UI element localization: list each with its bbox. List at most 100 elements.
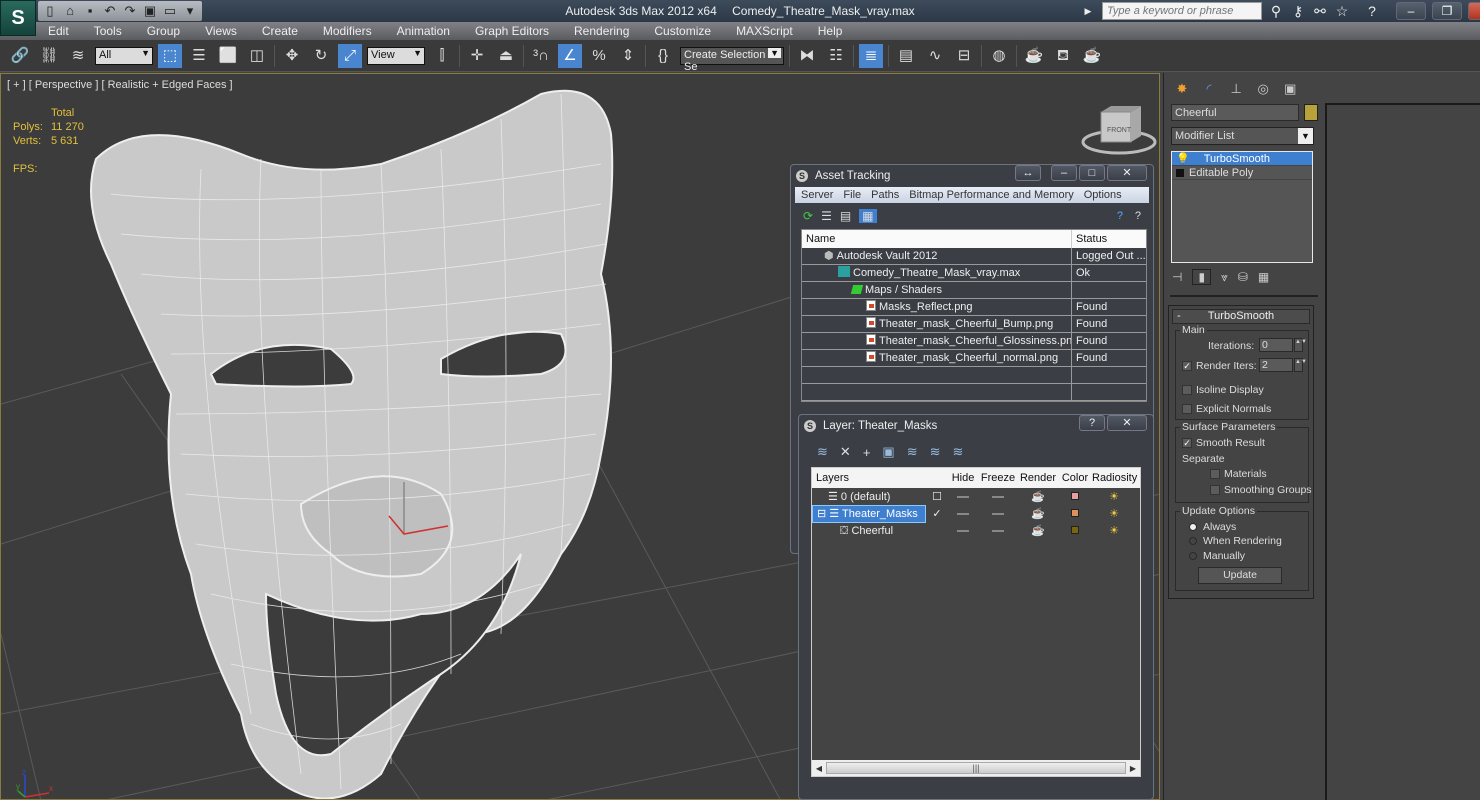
new-file-icon[interactable]: ▯ bbox=[42, 3, 58, 19]
configure-modifier-sets-icon[interactable]: ▦ bbox=[1258, 270, 1269, 284]
current-layer-toggle[interactable]: ✓ bbox=[926, 506, 948, 522]
tree-view-icon[interactable]: ▤ bbox=[840, 209, 851, 223]
unlink-icon[interactable]: ⛓ bbox=[37, 44, 61, 68]
modify-tab-icon[interactable]: ◜ bbox=[1197, 78, 1221, 100]
layer-color-cell[interactable] bbox=[1058, 523, 1092, 539]
rectangular-selection-icon[interactable]: ⬜ bbox=[216, 44, 240, 68]
menu-edit[interactable]: Edit bbox=[48, 22, 82, 40]
menu-tools[interactable]: Tools bbox=[94, 22, 135, 40]
freeze-all-layers-icon[interactable]: ≋ bbox=[953, 444, 964, 460]
radiosity-sun-icon[interactable]: ☀ bbox=[1092, 506, 1136, 522]
scrollbar-thumb[interactable]: ||| bbox=[826, 762, 1126, 774]
highlight-selected-layer-icon[interactable]: ≋ bbox=[907, 444, 918, 460]
hide-toggle[interactable] bbox=[948, 506, 978, 522]
checkbox-icon[interactable] bbox=[1182, 404, 1192, 415]
column-render[interactable]: Render bbox=[1018, 468, 1058, 488]
context-help-icon[interactable]: ? bbox=[1135, 210, 1141, 222]
rotate-icon[interactable]: ↻ bbox=[309, 44, 333, 68]
display-tab-icon[interactable]: ▣ bbox=[1278, 78, 1302, 100]
delete-layer-icon[interactable]: ✕ bbox=[840, 444, 851, 460]
pivot-center-icon[interactable]: ⫿ bbox=[430, 44, 454, 68]
render-teapot-icon[interactable]: ☕ bbox=[1018, 523, 1058, 539]
percent-snap-icon[interactable]: % bbox=[587, 44, 611, 68]
motion-tab-icon[interactable]: ◎ bbox=[1251, 78, 1275, 100]
asset-row[interactable]: Maps / Shaders bbox=[802, 282, 1146, 299]
menu-bitmap-performance[interactable]: Bitmap Performance and Memory bbox=[909, 187, 1073, 203]
redo-icon[interactable]: ↷ bbox=[122, 3, 138, 19]
menu-file[interactable]: File bbox=[843, 187, 861, 203]
table-view-icon[interactable]: ▦ bbox=[859, 209, 877, 223]
render-iters-checkbox[interactable]: ✓ Render Iters: bbox=[1182, 360, 1257, 372]
remove-modifier-icon[interactable]: ⛁ bbox=[1238, 270, 1248, 284]
keyboard-shortcut-override-icon[interactable]: ⏏ bbox=[494, 44, 518, 68]
schematic-view-icon[interactable]: ⊟ bbox=[952, 44, 976, 68]
show-end-result-icon[interactable]: ▮ bbox=[1192, 269, 1212, 285]
asset-row[interactable]: ⬢ Autodesk Vault 2012 Logged Out ... bbox=[802, 248, 1146, 265]
radio-icon[interactable] bbox=[1189, 552, 1197, 561]
render-iters-spinner-arrows[interactable]: ▲▼ bbox=[1294, 358, 1307, 372]
menu-help[interactable]: Help bbox=[818, 22, 856, 40]
snaps-toggle-icon[interactable]: ³∩ bbox=[529, 44, 553, 68]
help-icon[interactable]: ? bbox=[1117, 210, 1123, 222]
render-setup-icon[interactable]: ☕ bbox=[1022, 44, 1046, 68]
dock-icon[interactable]: ↔ bbox=[1015, 165, 1041, 181]
column-hide[interactable]: Hide bbox=[948, 468, 978, 488]
graphite-modeling-icon[interactable]: ▤ bbox=[894, 44, 918, 68]
scale-icon[interactable]: ⤢ bbox=[338, 43, 362, 68]
column-freeze[interactable]: Freeze bbox=[978, 468, 1018, 488]
menu-create[interactable]: Create bbox=[262, 22, 311, 40]
viewcube[interactable]: FRONT bbox=[1079, 102, 1159, 158]
hierarchy-tab-icon[interactable]: ⊥ bbox=[1224, 78, 1248, 100]
checkbox-checked-icon[interactable]: ✓ bbox=[1182, 361, 1192, 372]
hide-toggle[interactable] bbox=[948, 523, 978, 539]
add-to-layer-icon[interactable]: + bbox=[863, 445, 871, 460]
menu-server[interactable]: Server bbox=[801, 187, 833, 203]
collapse-icon[interactable]: ⊟ bbox=[817, 508, 829, 520]
checkbox-icon[interactable] bbox=[1182, 385, 1192, 396]
current-layer-toggle[interactable]: ☐ bbox=[926, 489, 948, 505]
edit-named-selection-icon[interactable]: {} bbox=[651, 44, 675, 68]
scroll-left-icon[interactable]: ◀ bbox=[812, 764, 826, 773]
menu-modifiers[interactable]: Modifiers bbox=[323, 22, 385, 40]
render-production-icon[interactable]: ☕ bbox=[1080, 44, 1104, 68]
restore-button[interactable]: ❐ bbox=[1432, 2, 1462, 20]
project-folder-icon[interactable]: ▣ bbox=[142, 3, 158, 19]
select-objects-in-layer-icon[interactable]: ▣ bbox=[882, 444, 894, 460]
select-manipulate-icon[interactable]: ✛ bbox=[465, 44, 489, 68]
star-icon[interactable]: ☆ bbox=[1334, 3, 1350, 20]
create-layer-icon[interactable]: ≋ bbox=[817, 444, 828, 460]
customize-dropdown-icon[interactable]: ▾ bbox=[182, 3, 198, 19]
asset-tracking-titlebar[interactable]: S Asset Tracking ↔ – □ ✕ bbox=[791, 165, 1153, 187]
binoculars-icon[interactable]: ⚲ bbox=[1268, 3, 1284, 20]
layer-manager-icon[interactable]: ≣ bbox=[859, 43, 883, 68]
curve-editor-icon[interactable]: ∿ bbox=[923, 44, 947, 68]
layer-dialog-titlebar[interactable]: S Layer: Theater_Masks ? ✕ bbox=[799, 415, 1153, 437]
menu-customize[interactable]: Customize bbox=[654, 22, 724, 40]
when-rendering-radio[interactable]: When Rendering bbox=[1189, 535, 1282, 547]
link-icon[interactable]: 🔗 bbox=[8, 44, 32, 68]
hide-all-layers-icon[interactable]: ≋ bbox=[930, 444, 941, 460]
object-name-field[interactable] bbox=[1171, 104, 1299, 121]
angle-snap-icon[interactable]: ∠ bbox=[558, 43, 582, 68]
layer-row[interactable]: ⛋ Cheerful ☕ ☀ bbox=[812, 522, 1140, 539]
hide-toggle[interactable] bbox=[948, 489, 978, 505]
render-teapot-icon[interactable]: ☕ bbox=[1018, 489, 1058, 505]
scroll-right-icon[interactable]: ▶ bbox=[1126, 764, 1140, 773]
iterations-spinner-arrows[interactable]: ▲▼ bbox=[1294, 338, 1307, 352]
asset-row[interactable]: Theater_mask_Cheerful_Glossiness.png Foun… bbox=[802, 333, 1146, 350]
menu-graph-editors[interactable]: Graph Editors bbox=[475, 22, 562, 40]
close-button[interactable]: ✕ bbox=[1107, 415, 1147, 431]
expand-plus-icon[interactable] bbox=[1176, 169, 1184, 178]
satellite-icon[interactable]: ⚯ bbox=[1312, 3, 1328, 20]
menu-paths[interactable]: Paths bbox=[871, 187, 899, 203]
always-radio[interactable]: Always bbox=[1189, 521, 1236, 533]
save-icon[interactable]: ▪ bbox=[82, 3, 98, 19]
viewport-label-menu[interactable]: [ + ] [ Perspective ] [ Realistic + Edge… bbox=[7, 79, 233, 91]
radio-icon[interactable] bbox=[1189, 537, 1197, 546]
isoline-display-checkbox[interactable]: Isoline Display bbox=[1182, 384, 1264, 396]
application-button[interactable]: S bbox=[0, 0, 36, 36]
render-teapot-icon[interactable]: ☕ bbox=[1018, 506, 1058, 522]
minimize-button[interactable]: – bbox=[1396, 2, 1426, 20]
column-status[interactable]: Status bbox=[1072, 230, 1146, 248]
help-icon[interactable]: ? bbox=[1364, 3, 1380, 19]
